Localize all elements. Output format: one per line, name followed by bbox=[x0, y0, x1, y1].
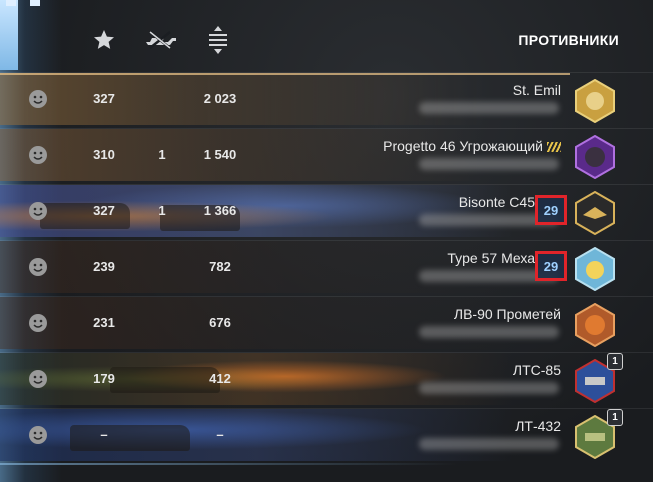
corner-mark bbox=[0, 0, 46, 6]
tank-name: Type 57 Меха bbox=[447, 250, 535, 266]
smile-icon[interactable] bbox=[28, 145, 48, 165]
score-value: 239 bbox=[93, 259, 115, 274]
star-icon[interactable] bbox=[90, 26, 118, 54]
tank-name: ЛТ-432 bbox=[515, 418, 561, 434]
player-name-blurred bbox=[419, 102, 559, 114]
list-item[interactable]: 310 1 1 540 Progetto 46 Угрожающий bbox=[0, 128, 653, 181]
tank-name: ЛВ-90 Прометей bbox=[453, 306, 561, 322]
tank-name: ЛТС-85 bbox=[512, 362, 561, 378]
battle-results-screen: ПРОТИВНИКИ 327 2 023 St. Emil 310 1 1 54… bbox=[0, 0, 653, 482]
left-accent-bar bbox=[0, 0, 18, 70]
avatar[interactable] bbox=[573, 303, 617, 347]
list-item[interactable]: 327 1 1 366 Bisonte C45 29 bbox=[0, 184, 653, 237]
avatar-count-badge: 1 bbox=[607, 353, 623, 370]
player-name-blurred bbox=[419, 158, 559, 170]
elite-stripes-icon bbox=[547, 142, 561, 153]
smile-icon[interactable] bbox=[28, 425, 48, 445]
tank-destroyed-icon[interactable] bbox=[144, 26, 178, 54]
damage-value: 2 023 bbox=[203, 91, 237, 106]
score-value: 327 bbox=[93, 203, 115, 218]
level-badge-value: 29 bbox=[543, 258, 559, 274]
level-badge: 29 bbox=[535, 251, 567, 281]
score-value: – bbox=[100, 427, 108, 442]
damage-value: – bbox=[216, 427, 224, 442]
smile-icon[interactable] bbox=[28, 313, 48, 333]
tank-name: Bisonte C45 bbox=[458, 194, 535, 210]
avatar[interactable] bbox=[573, 135, 617, 179]
smile-icon[interactable] bbox=[28, 369, 48, 389]
bottom-divider bbox=[0, 463, 653, 465]
avatar[interactable] bbox=[573, 191, 617, 235]
damage-arrows-icon[interactable] bbox=[204, 26, 232, 54]
damage-value: 412 bbox=[209, 371, 231, 386]
tank-name: St. Emil bbox=[512, 82, 561, 98]
avatar[interactable] bbox=[573, 247, 617, 291]
player-name-blurred bbox=[419, 326, 559, 338]
tank-name-text: Progetto 46 Угрожающий bbox=[383, 138, 543, 154]
page-title: ПРОТИВНИКИ bbox=[518, 32, 619, 48]
score-value: 179 bbox=[93, 371, 115, 386]
smile-icon[interactable] bbox=[28, 201, 48, 221]
avatar[interactable] bbox=[573, 79, 617, 123]
score-value: 327 bbox=[93, 91, 115, 106]
kills-value: 1 bbox=[158, 147, 166, 162]
list-item[interactable]: 239 782 Type 57 Меха 29 bbox=[0, 240, 653, 293]
list-item[interactable]: – – ЛТ-432 1 bbox=[0, 408, 653, 461]
kills-value: 1 bbox=[158, 203, 166, 218]
score-value: 231 bbox=[93, 315, 115, 330]
damage-value: 1 366 bbox=[203, 203, 237, 218]
smile-icon[interactable] bbox=[28, 257, 48, 277]
list-item[interactable]: 231 676 ЛВ-90 Прометей bbox=[0, 296, 653, 349]
avatar-count-badge: 1 bbox=[607, 409, 623, 426]
level-badge-value: 29 bbox=[543, 202, 559, 218]
tank-name: Progetto 46 Угрожающий bbox=[383, 138, 561, 154]
player-name-blurred bbox=[419, 438, 559, 450]
score-value: 310 bbox=[93, 147, 115, 162]
damage-value: 782 bbox=[209, 259, 231, 274]
list-item[interactable]: 327 2 023 St. Emil bbox=[0, 72, 653, 125]
level-badge: 29 bbox=[535, 195, 567, 225]
smile-icon[interactable] bbox=[28, 89, 48, 109]
player-name-blurred bbox=[419, 382, 559, 394]
damage-value: 676 bbox=[209, 315, 231, 330]
list-item[interactable]: 179 412 ЛТС-85 1 bbox=[0, 352, 653, 405]
damage-value: 1 540 bbox=[203, 147, 237, 162]
header: ПРОТИВНИКИ bbox=[62, 20, 653, 64]
